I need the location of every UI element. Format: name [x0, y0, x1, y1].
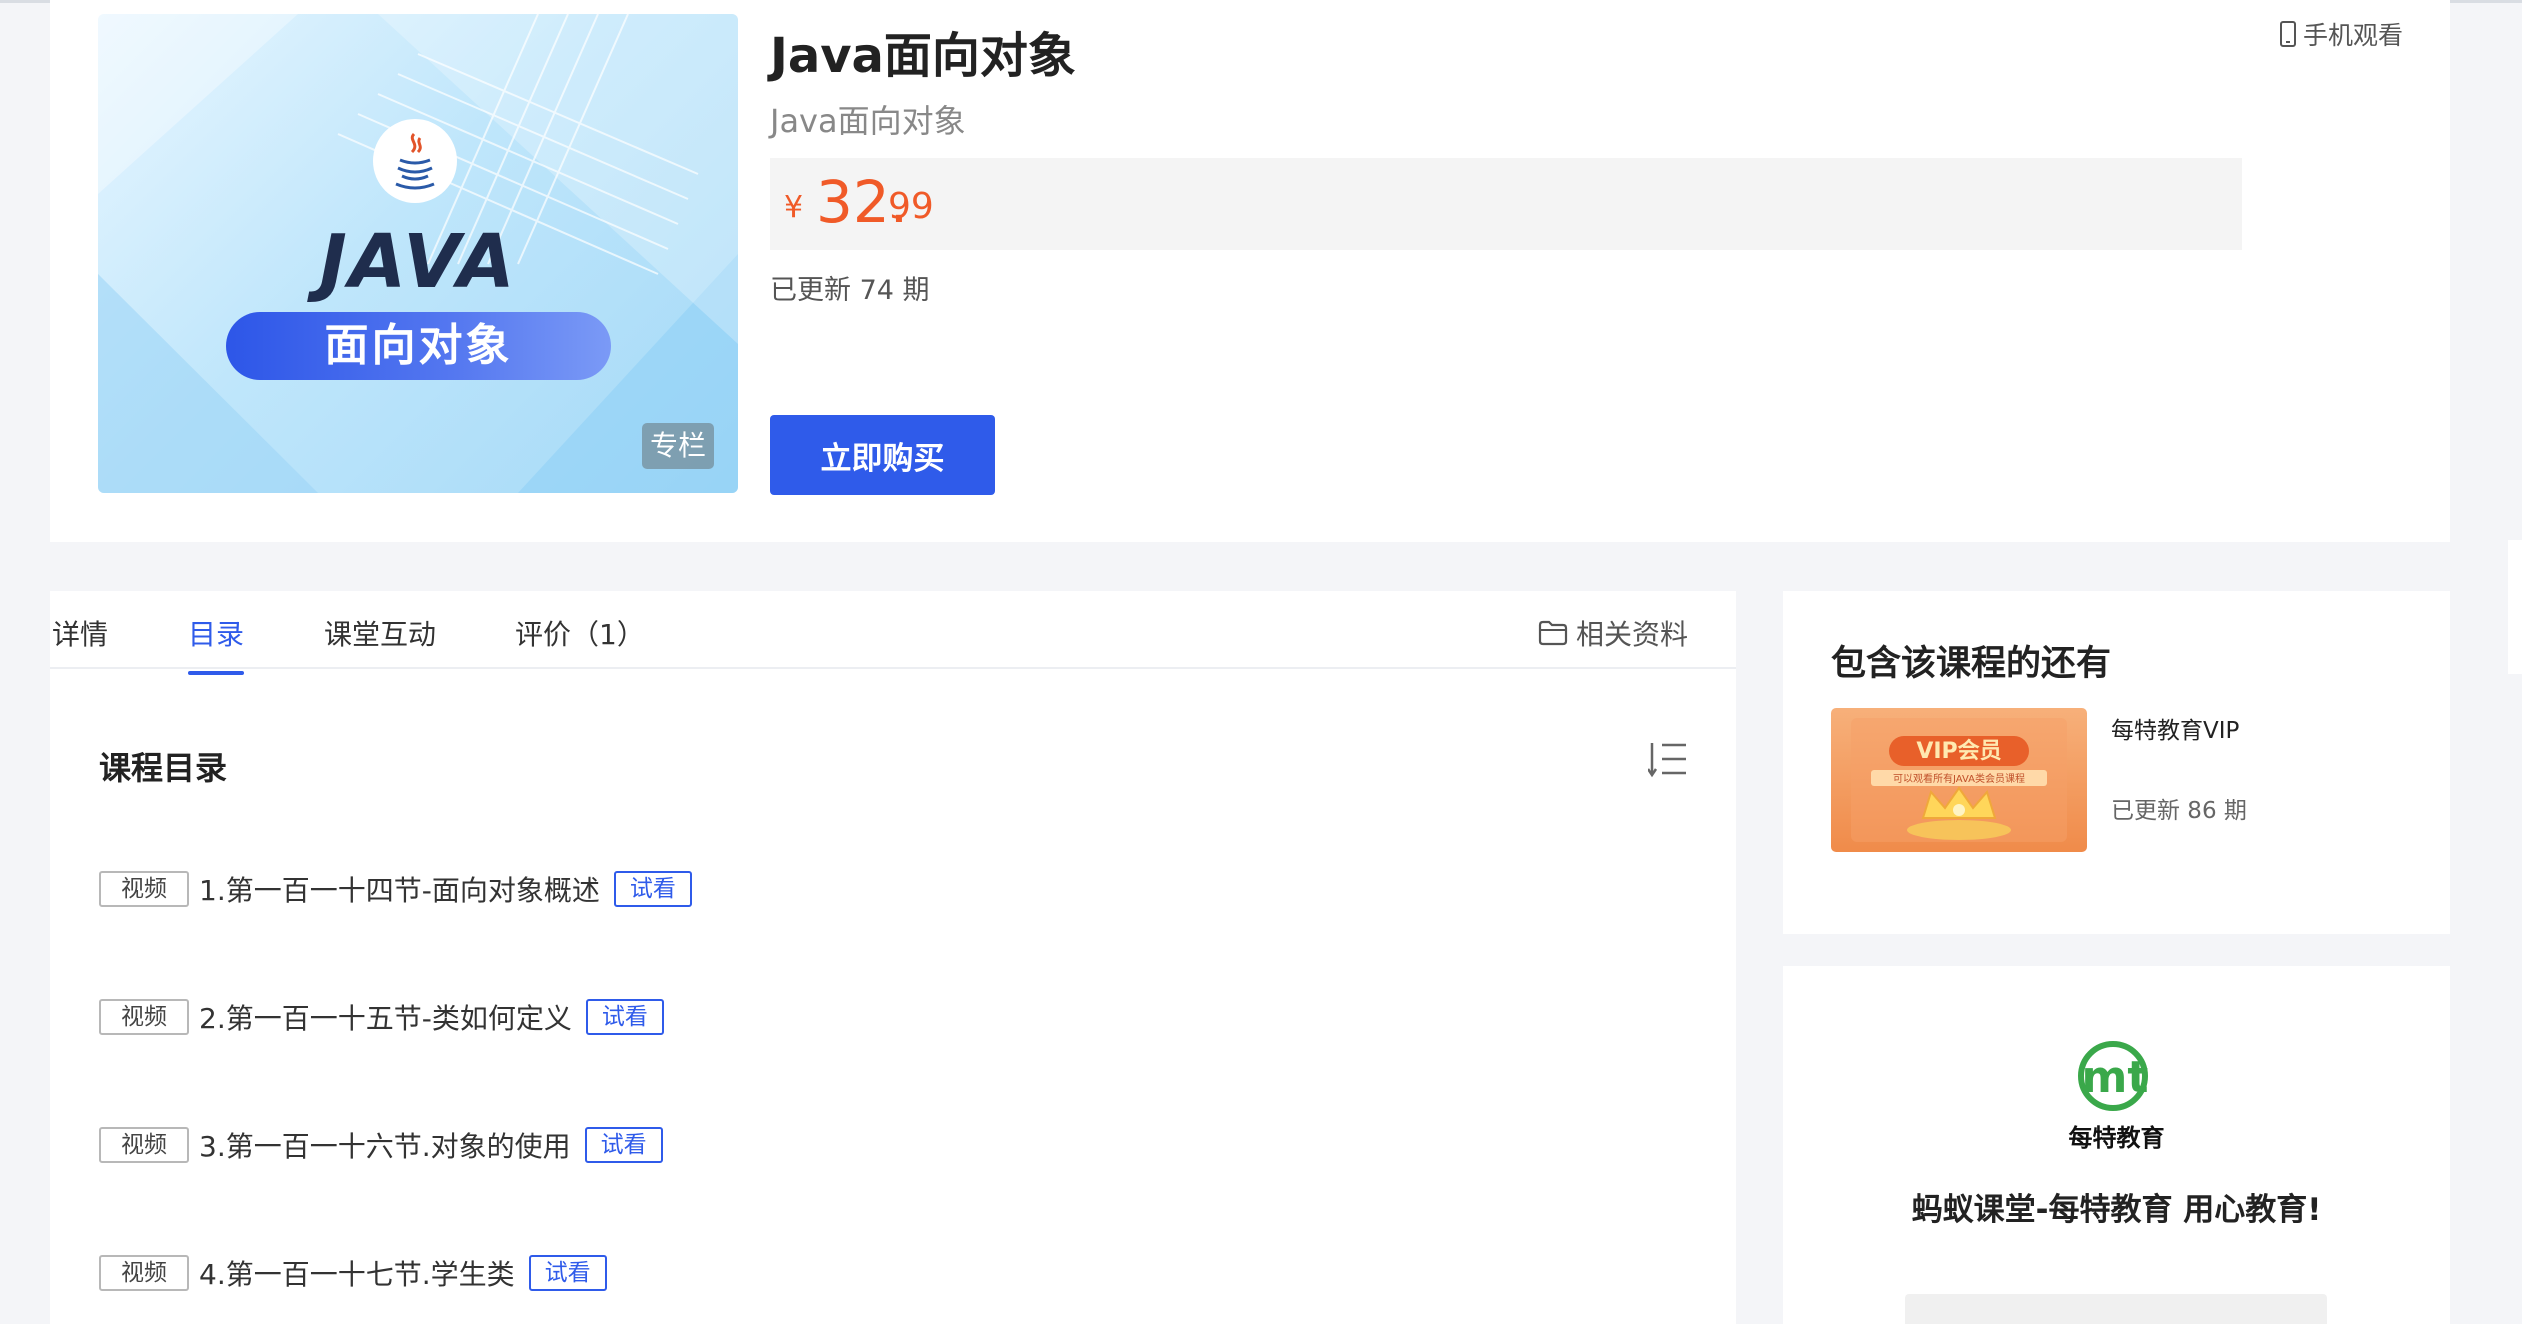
related-courses-panel: 包含该课程的还有 VIP会员 可以观看所有JAVA类会员课程 每特教育VIP 已… — [1783, 591, 2450, 934]
lesson-title: 1.第一百一十四节-面向对象概述 — [199, 874, 600, 907]
catalog-title: 课程目录 — [99, 749, 228, 787]
tab-reviews[interactable]: 评价（1） — [515, 613, 645, 653]
brand-slogan: 蚂蚁课堂-每特教育 用心教育! — [1911, 1192, 2322, 1228]
trial-button[interactable]: 试看 — [528, 1255, 607, 1291]
watch-on-mobile-label: 手机观看 — [2302, 21, 2403, 50]
lesson-title: 3.第一百一十六节.对象的使用 — [199, 1130, 571, 1163]
lesson-type-badge: 视频 — [99, 871, 189, 907]
tab-class-interaction[interactable]: 课堂互动 — [324, 613, 436, 653]
lesson-type-badge: 视频 — [99, 1127, 189, 1163]
trial-button[interactable]: 试看 — [613, 871, 692, 907]
watch-on-mobile-link[interactable]: 手机观看 — [2279, 16, 2403, 52]
phone-icon — [2279, 21, 2296, 47]
price-decimal: 99 — [888, 186, 934, 227]
vip-badge-text: VIP会员 — [1916, 738, 2001, 764]
trial-button[interactable]: 试看 — [584, 1127, 663, 1163]
related-resources-link[interactable]: 相关资料 — [1538, 613, 1688, 653]
course-content-panel: 详情 目录 课堂互动 评价（1） 相关资料 课程目录 视频 1.第一百一十四节-… — [50, 591, 1736, 1324]
tab-details[interactable]: 详情 — [52, 613, 108, 653]
course-subtitle: Java面向对象 — [770, 102, 966, 140]
course-header: JAVA 面向对象 专栏 Java面向对象 Java面向对象 手机观看 ¥ 32… — [50, 0, 2450, 542]
folder-icon — [1538, 620, 1568, 646]
lesson-item[interactable]: 视频 1.第一百一十四节-面向对象概述 试看 — [99, 870, 692, 908]
sort-icon[interactable] — [1646, 741, 1688, 783]
cover-java-word: JAVA — [319, 219, 517, 305]
trial-button[interactable]: 试看 — [585, 999, 664, 1035]
tab-bar: 详情 目录 课堂互动 评价（1） 相关资料 — [50, 591, 1736, 675]
lesson-item[interactable]: 视频 3.第一百一十六节.对象的使用 试看 — [99, 1126, 663, 1164]
lesson-title: 2.第一百一十五节-类如何定义 — [199, 1002, 572, 1035]
course-cover-image[interactable]: JAVA 面向对象 专栏 — [98, 14, 738, 493]
vip-crown-graphic: VIP会员 可以观看所有JAVA类会员课程 — [1851, 718, 2067, 842]
update-count: 已更新 74 期 — [770, 275, 930, 306]
cover-title-pill: 面向对象 — [226, 312, 611, 380]
related-heading: 包含该课程的还有 — [1831, 644, 2112, 684]
price-box: ¥ 32. 99 — [770, 158, 2242, 250]
java-cup-icon — [373, 119, 457, 203]
brand-panel: mt 每特教育 蚂蚁课堂-每特教育 用心教育! — [1783, 966, 2450, 1324]
related-resources-label: 相关资料 — [1575, 618, 1688, 651]
column-tag: 专栏 — [642, 423, 714, 469]
floating-side-toolbar[interactable] — [2508, 540, 2522, 674]
course-title: Java面向对象 — [770, 28, 1076, 84]
related-item-title[interactable]: 每特教育VIP — [2111, 711, 2239, 745]
brand-logo: mt — [2063, 1038, 2171, 1122]
vip-cover-image[interactable]: VIP会员 可以观看所有JAVA类会员课程 — [1831, 708, 2087, 852]
lesson-item[interactable]: 视频 4.第一百一十七节.学生类 试看 — [99, 1254, 607, 1292]
related-item-updated: 已更新 86 期 — [2111, 798, 2247, 824]
lesson-type-badge: 视频 — [99, 999, 189, 1035]
brand-name: 每特教育 — [2068, 1124, 2165, 1152]
lesson-item[interactable]: 视频 2.第一百一十五节-类如何定义 试看 — [99, 998, 664, 1036]
brand-logo-text: mt — [2082, 1052, 2149, 1103]
lesson-title: 4.第一百一十七节.学生类 — [199, 1258, 515, 1291]
brand-action-button[interactable] — [1905, 1294, 2327, 1324]
vip-caption-text: 可以观看所有JAVA类会员课程 — [1893, 772, 2025, 785]
tab-catalog[interactable]: 目录 — [188, 613, 245, 675]
lesson-type-badge: 视频 — [99, 1255, 189, 1291]
buy-now-button[interactable]: 立即购买 — [770, 415, 995, 495]
price-currency: ¥ — [784, 190, 804, 225]
